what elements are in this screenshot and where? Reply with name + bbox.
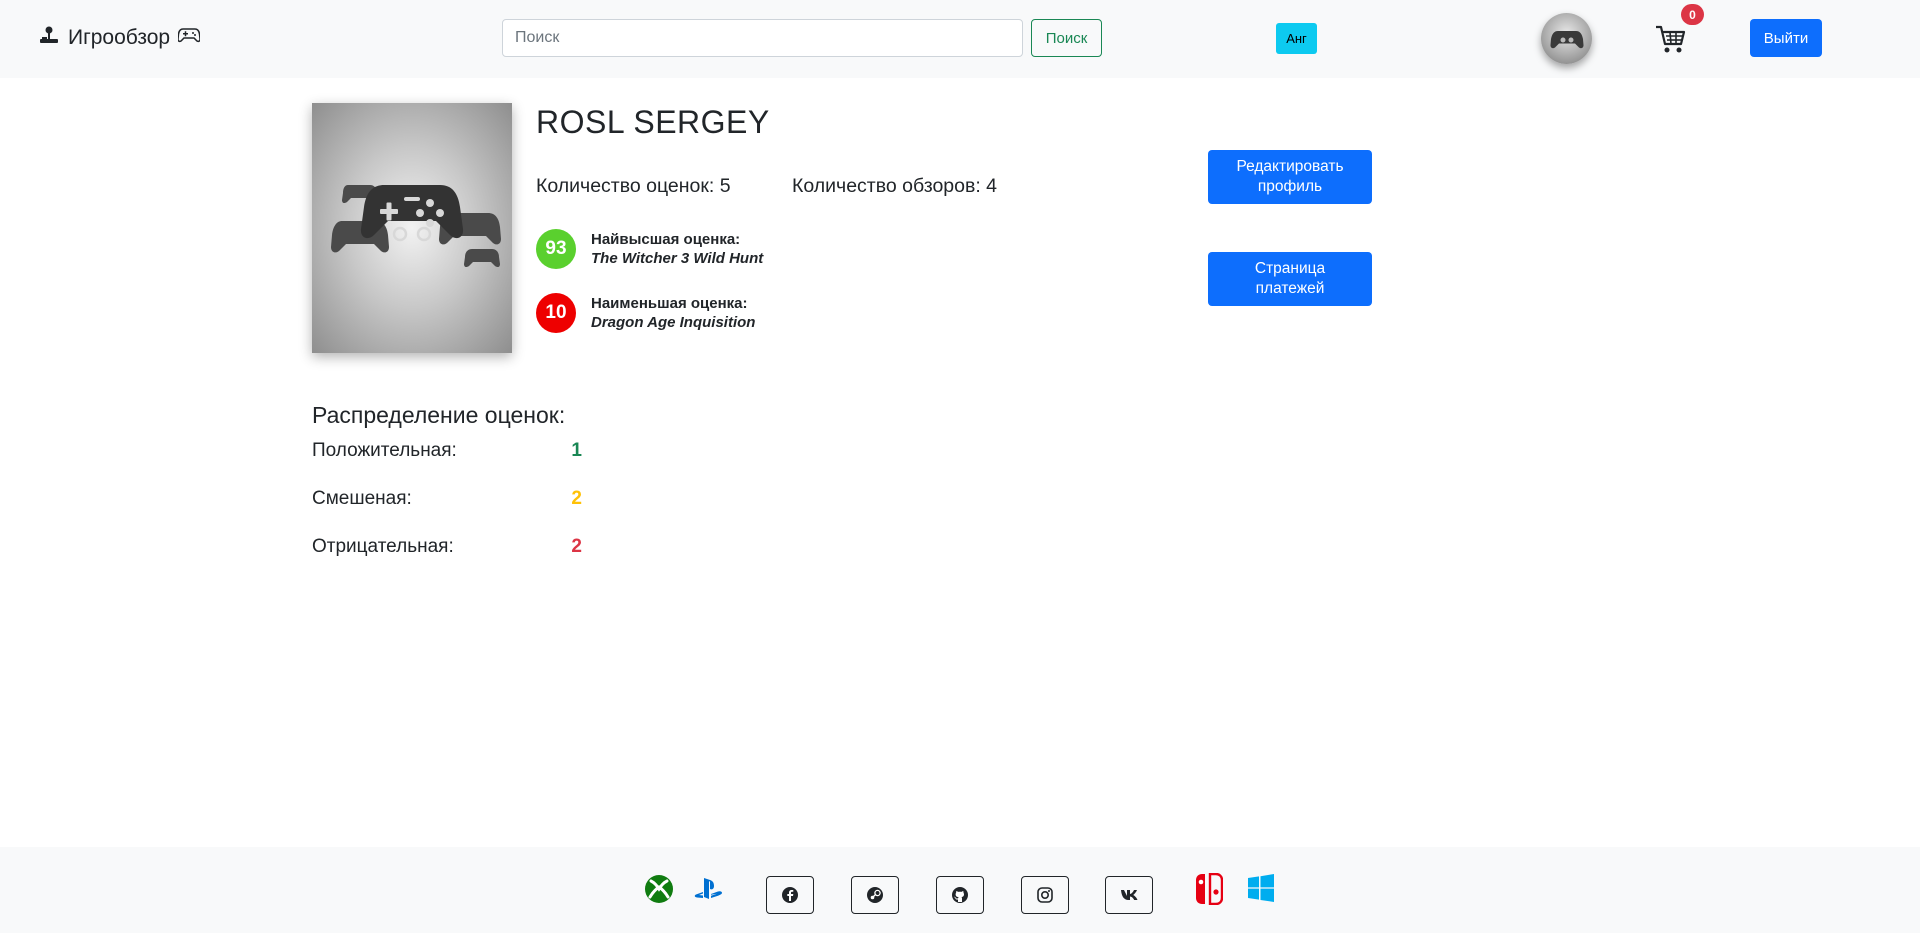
reviews-count: Количество обзоров: 4 (792, 175, 998, 197)
distribution-value: 2 (571, 488, 582, 509)
distribution-row-mixed: Смешеная: 2 (312, 488, 582, 510)
vk-button[interactable] (1105, 876, 1153, 914)
windows-icon[interactable] (1246, 872, 1276, 904)
cart-count-badge: 0 (1681, 4, 1704, 25)
distribution-title: Распределение оценок: (312, 402, 566, 428)
ratings-count: Количество оценок: 5 (536, 175, 731, 197)
search-button[interactable]: Поиск (1031, 19, 1102, 57)
language-button[interactable]: Анг (1276, 23, 1317, 54)
lowest-score-row: 10 Наименьшая оценка: Dragon Age Inquisi… (536, 293, 755, 333)
highest-score-badge: 93 (536, 229, 576, 269)
highest-score-game[interactable]: The Witcher 3 Wild Hunt (591, 249, 763, 268)
nintendo-switch-icon[interactable] (1194, 872, 1224, 906)
distribution-label: Положительная: (312, 440, 457, 461)
highest-score-label: Найвысшая оценка: (591, 231, 741, 248)
github-button[interactable] (936, 876, 984, 914)
playstation-icon[interactable] (693, 873, 725, 905)
lowest-score-label: Наименьшая оценка: (591, 295, 748, 312)
distribution-row-negative: Отрицательная: 2 (312, 536, 582, 558)
highest-score-text: Найвысшая оценка: The Witcher 3 Wild Hun… (591, 230, 763, 268)
lowest-score-game[interactable]: Dragon Age Inquisition (591, 313, 755, 332)
cart-icon[interactable] (1654, 22, 1688, 56)
instagram-button[interactable] (1021, 876, 1069, 914)
brand-link[interactable]: Игрообзор (38, 24, 201, 52)
distribution-value: 2 (571, 536, 582, 557)
distribution-value: 1 (571, 440, 582, 461)
steam-icon (867, 887, 883, 903)
facebook-icon (782, 887, 798, 903)
lowest-score-text: Наименьшая оценка: Dragon Age Inquisitio… (591, 294, 755, 332)
gamepad-icon (177, 26, 201, 50)
joystick-icon (38, 24, 60, 52)
search-input[interactable] (502, 19, 1023, 57)
distribution-label: Отрицательная: (312, 536, 454, 557)
logout-button[interactable]: Выйти (1750, 19, 1822, 57)
github-icon (952, 887, 968, 903)
instagram-icon (1037, 887, 1053, 903)
facebook-button[interactable] (766, 876, 814, 914)
navbar: Игрообзор Поиск Анг 0 Выйти (0, 0, 1920, 78)
vk-icon (1121, 890, 1138, 900)
profile-image (312, 103, 512, 353)
lowest-score-badge: 10 (536, 293, 576, 333)
xbox-icon[interactable] (643, 873, 675, 905)
profile-name: ROSL SERGEY (536, 104, 770, 140)
steam-button[interactable] (851, 876, 899, 914)
avatar[interactable] (1541, 13, 1592, 64)
distribution-label: Смешеная: (312, 488, 412, 509)
edit-profile-button[interactable]: Редактировать профиль (1208, 150, 1372, 204)
highest-score-row: 93 Найвысшая оценка: The Witcher 3 Wild … (536, 229, 763, 269)
distribution-row-positive: Положительная: 1 (312, 440, 582, 462)
brand-label: Игрообзор (68, 26, 171, 49)
payments-page-button[interactable]: Страница платежей (1208, 252, 1372, 306)
